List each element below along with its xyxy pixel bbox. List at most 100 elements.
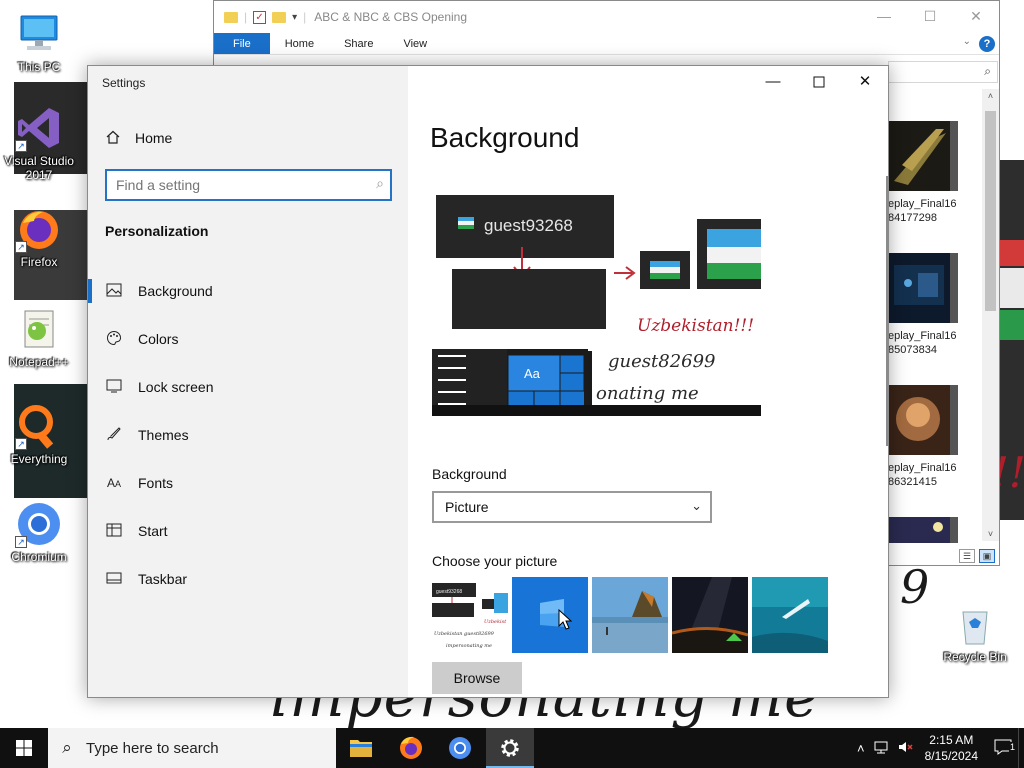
background-type-dropdown[interactable]: Picture ⌄ (432, 491, 712, 523)
scrollbar-thumb[interactable] (985, 111, 996, 311)
desktop-icon-notepad-plus-plus[interactable]: Notepad++ (1, 305, 77, 369)
browse-button[interactable]: Browse (432, 662, 522, 694)
desktop-icon-visual-studio[interactable]: ↗ Visual Studio 2017 (1, 104, 77, 182)
taskbar-firefox[interactable] (387, 728, 435, 768)
dropdown-value: Picture (445, 499, 489, 515)
nav-item-colors[interactable]: Colors (88, 315, 408, 363)
picture-option-5[interactable] (752, 577, 828, 653)
preview-image: guest93268 Uzbekistan!!! guest82699 onat… (432, 191, 761, 416)
video-thumbnail[interactable] (888, 121, 958, 191)
nav-home-label: Home (135, 130, 173, 146)
fonts-icon: AA (106, 476, 122, 490)
search-icon: ⌕ (376, 175, 384, 191)
computer-icon (15, 10, 63, 58)
nav-item-label: Colors (138, 331, 179, 347)
help-icon[interactable]: ? (979, 36, 995, 52)
ribbon-tab-file[interactable]: File (214, 33, 270, 54)
svg-text:guest93268: guest93268 (484, 216, 573, 235)
new-folder-icon[interactable] (272, 11, 287, 23)
explorer-scrollbar[interactable]: ˄ ˅ (982, 89, 999, 541)
folder-icon (224, 11, 238, 23)
video-thumbnail[interactable] (888, 517, 958, 543)
notepad-plus-plus-icon (15, 305, 63, 353)
nav-item-label: Taskbar (138, 571, 188, 587)
desktop-icon-firefox[interactable]: ↗ Firefox (1, 205, 77, 269)
chromium-icon: ↗ (15, 500, 63, 548)
desktop-icon-label: Notepad++ (9, 355, 69, 369)
page-title: Background (430, 122, 580, 153)
picture-option-3[interactable] (592, 577, 668, 653)
taskbar-search-box[interactable]: ⌕ Type here to search (48, 728, 336, 768)
desktop-icon-recycle-bin[interactable]: Recycle Bin (937, 600, 1013, 664)
large-icons-view-icon[interactable]: ▣ (979, 549, 995, 563)
svg-text:onating me: onating me (596, 383, 699, 404)
maximize-icon[interactable]: ☐ (907, 1, 953, 31)
taskbar-search-placeholder: Type here to search (86, 739, 219, 757)
windows-logo-icon (16, 740, 32, 756)
minimize-icon[interactable]: — (861, 1, 907, 31)
start-button[interactable] (0, 728, 48, 768)
desktop-icon-chromium[interactable]: ↗ Chromium (1, 500, 77, 564)
show-hidden-icons-chevron-icon[interactable]: ˄ (857, 741, 865, 756)
settings-caption-buttons: — ✕ (750, 66, 888, 98)
picture-option-4[interactable] (672, 577, 748, 653)
explorer-search-box[interactable]: ⌕ (888, 61, 998, 83)
desktop-icon-label: Visual Studio 2017 (4, 154, 74, 182)
scroll-up-icon[interactable]: ˄ (982, 91, 999, 101)
settings-scrollbar[interactable] (886, 176, 888, 446)
taskbar-chromium[interactable] (436, 728, 484, 768)
nav-item-lock-screen[interactable]: Lock screen (88, 363, 408, 411)
show-desktop-button[interactable] (1018, 728, 1024, 768)
desktop-icon-everything[interactable]: ↗ Everything (1, 402, 77, 466)
file-name[interactable]: eplay_Final16 86321415 (888, 461, 978, 489)
ribbon-tab-home[interactable]: Home (270, 33, 329, 54)
network-icon[interactable] (873, 740, 889, 757)
nav-item-taskbar[interactable]: Taskbar (88, 555, 408, 603)
taskbar-settings[interactable] (486, 728, 534, 768)
picture-icon (90, 283, 138, 300)
nav-item-start[interactable]: Start (88, 507, 408, 555)
picture-option-1[interactable]: guest93268 Uzbekist Uzbekistan guest8269… (432, 577, 508, 653)
video-thumbnail[interactable] (888, 253, 958, 323)
notification-count-badge: 1 (1008, 741, 1016, 752)
desktop-icon-label: Firefox (20, 255, 58, 269)
desktop-icon-label: Chromium (11, 550, 67, 564)
scroll-down-icon[interactable]: ˅ (982, 529, 999, 539)
maximize-icon[interactable] (796, 66, 842, 98)
video-thumbnail[interactable] (888, 385, 958, 455)
ribbon-tab-share[interactable]: Share (329, 33, 388, 54)
details-view-icon[interactable]: ☰ (959, 549, 975, 563)
file-name[interactable]: eplay_Final16 85073834 (888, 329, 978, 357)
close-icon[interactable]: ✕ (953, 1, 999, 31)
picture-option-2[interactable] (512, 577, 588, 653)
nav-home[interactable]: Home (105, 126, 172, 150)
settings-window[interactable]: Settings Home ⌕ Personalization Backgrou… (87, 65, 889, 698)
expand-ribbon-icon[interactable]: ⌄ (963, 36, 971, 47)
svg-text:Uzbekistan!!!: Uzbekistan!!! (637, 316, 754, 336)
shortcut-arrow-icon: ↗ (15, 241, 27, 253)
settings-search-box[interactable]: ⌕ (105, 169, 392, 201)
action-center-button[interactable]: 1 (988, 739, 1018, 758)
taskbar-clock[interactable]: 2:15 AM 8/15/2024 (925, 732, 978, 764)
nav-item-background[interactable]: Background (88, 267, 408, 315)
volume-muted-icon[interactable] (897, 740, 913, 757)
file-explorer-icon (350, 740, 372, 757)
taskbar-file-explorer[interactable] (337, 728, 385, 768)
nav-item-label: Start (138, 523, 168, 539)
search-icon: ⌕ (984, 64, 991, 78)
chromium-icon (449, 737, 471, 759)
nav-item-fonts[interactable]: AA Fonts (88, 459, 408, 507)
quick-access-toolbar: | ✓ ▾ | (224, 10, 306, 24)
palette-icon (90, 330, 138, 349)
customize-toolbar-icon[interactable]: ▾ (292, 12, 297, 23)
settings-search-input[interactable] (107, 171, 347, 199)
visual-studio-icon: ↗ (15, 104, 63, 152)
file-name[interactable]: eplay_Final16 84177298 (888, 197, 978, 225)
minimize-icon[interactable]: — (750, 66, 796, 98)
view-toggle-buttons: ☰ ▣ (959, 549, 995, 563)
ribbon-tab-view[interactable]: View (388, 33, 442, 54)
close-icon[interactable]: ✕ (842, 66, 888, 98)
nav-item-themes[interactable]: Themes (88, 411, 408, 459)
desktop-icon-this-pc[interactable]: This PC (1, 10, 77, 74)
properties-check-icon[interactable]: ✓ (253, 10, 267, 24)
